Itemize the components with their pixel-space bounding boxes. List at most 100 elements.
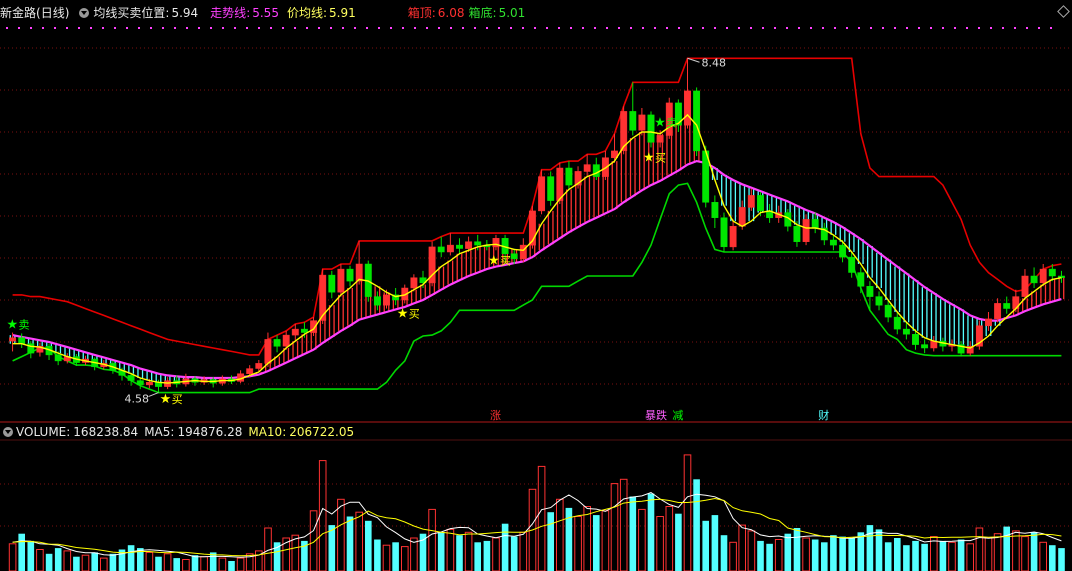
top-dot [618, 27, 620, 29]
candle-body [829, 239, 837, 246]
volume-bar-down [894, 538, 901, 571]
top-dot [222, 27, 224, 29]
volume-bar-up [1021, 536, 1029, 571]
volume-bar-up [100, 557, 108, 571]
top-dot [1026, 27, 1028, 29]
volume-bar-down [419, 533, 427, 571]
volume-bar-up [984, 537, 993, 571]
candle-body [747, 195, 755, 208]
top-dot [570, 27, 572, 29]
volume-bar-down [957, 539, 965, 571]
ma5-value: 194876.28 [177, 425, 243, 439]
volume-menu-icon[interactable] [3, 427, 13, 437]
top-dot [846, 27, 848, 29]
volume-colon: : [66, 425, 71, 439]
top-dot [786, 27, 788, 29]
top-dot [78, 27, 80, 29]
top-dot [834, 27, 836, 29]
volume-bar-down [884, 542, 892, 571]
volume-bar-down [45, 553, 53, 571]
top-dot [798, 27, 800, 29]
volume-bar-down [939, 540, 947, 571]
volume-bar-up [656, 516, 664, 571]
event-marker-label: 暴跌 [645, 408, 667, 422]
stock-chart-canvas[interactable]: 8.484.58 ★ 买★ 买★ 买★ 买★ 卖★ 卖涨 暴跌减财 [0, 0, 1072, 571]
candle-body [18, 337, 26, 344]
top-dot [366, 27, 368, 29]
candle-body [912, 334, 919, 345]
volume-bar-up [683, 454, 692, 571]
volume-chart-header: VOLUME: 168238.84 MA5: 194876.28 MA10: 206722… [0, 425, 360, 443]
candle-body [757, 195, 764, 212]
volume-bar-down [839, 536, 846, 571]
volume-bar-down [54, 548, 62, 571]
volume-bar-down [1058, 548, 1065, 571]
top-dot [642, 27, 644, 29]
candle-body [902, 328, 910, 335]
volume-bar-up [665, 506, 674, 571]
top-dot [510, 27, 512, 29]
volume-bar-down [675, 513, 682, 571]
volume-bar-down [866, 525, 874, 571]
volume-bar-up [930, 536, 938, 571]
volume-bar-down [830, 535, 837, 571]
top-dot [378, 27, 380, 29]
candle-body [273, 339, 281, 347]
candle-body [255, 363, 263, 369]
volume-bar-down [1003, 526, 1010, 571]
top-dot [702, 27, 704, 29]
buy-signal-label: 买 [500, 254, 511, 267]
candle-body [802, 219, 810, 242]
top-dot [174, 27, 176, 29]
top-dot [270, 27, 272, 29]
candle-body [510, 253, 518, 260]
top-dot [90, 27, 92, 29]
candle-body [1048, 268, 1056, 277]
top-dot [342, 27, 344, 29]
top-dot [462, 27, 464, 29]
candle-body [9, 337, 17, 342]
top-dot [690, 27, 692, 29]
top-dot [126, 27, 128, 29]
volume-bar-down [365, 520, 372, 571]
top-dot [330, 27, 332, 29]
top-dot [246, 27, 248, 29]
candle-body [693, 90, 701, 152]
top-dot [6, 27, 8, 29]
candle-body [264, 339, 272, 364]
volume-bar-up [8, 543, 17, 571]
candle-body [1039, 268, 1047, 284]
volume-bar-down [456, 535, 463, 571]
top-dot [774, 27, 776, 29]
top-dot [606, 27, 608, 29]
top-dot [54, 27, 56, 29]
candle-body [1003, 303, 1011, 309]
volume-bar-up [583, 506, 592, 571]
candle-body [328, 274, 336, 293]
candle-body [994, 303, 1002, 320]
volume-bar-down [191, 555, 199, 571]
candle-body [446, 244, 454, 253]
volume-bar-up [382, 544, 391, 571]
top-dot [738, 27, 740, 29]
top-dot [102, 27, 104, 29]
volume-bar-up [610, 483, 619, 571]
candle-body [893, 316, 901, 330]
low-price-label: 4.58 [124, 393, 149, 406]
candle-body [282, 334, 290, 347]
candle-body [437, 246, 445, 253]
candle-body [711, 202, 719, 218]
top-dot [666, 27, 668, 29]
top-dot [42, 27, 44, 29]
candle-body [857, 272, 865, 287]
buy-signal-label: 买 [172, 393, 183, 406]
candle-body [811, 219, 819, 229]
volume-bar-down [647, 493, 655, 571]
top-dot [66, 27, 68, 29]
top-dot [762, 27, 764, 29]
top-dot [1014, 27, 1016, 29]
candle-body [127, 375, 135, 381]
volume-bar-up [163, 553, 172, 571]
volume-bar-down [510, 536, 518, 571]
volume-bar-down [857, 532, 865, 571]
